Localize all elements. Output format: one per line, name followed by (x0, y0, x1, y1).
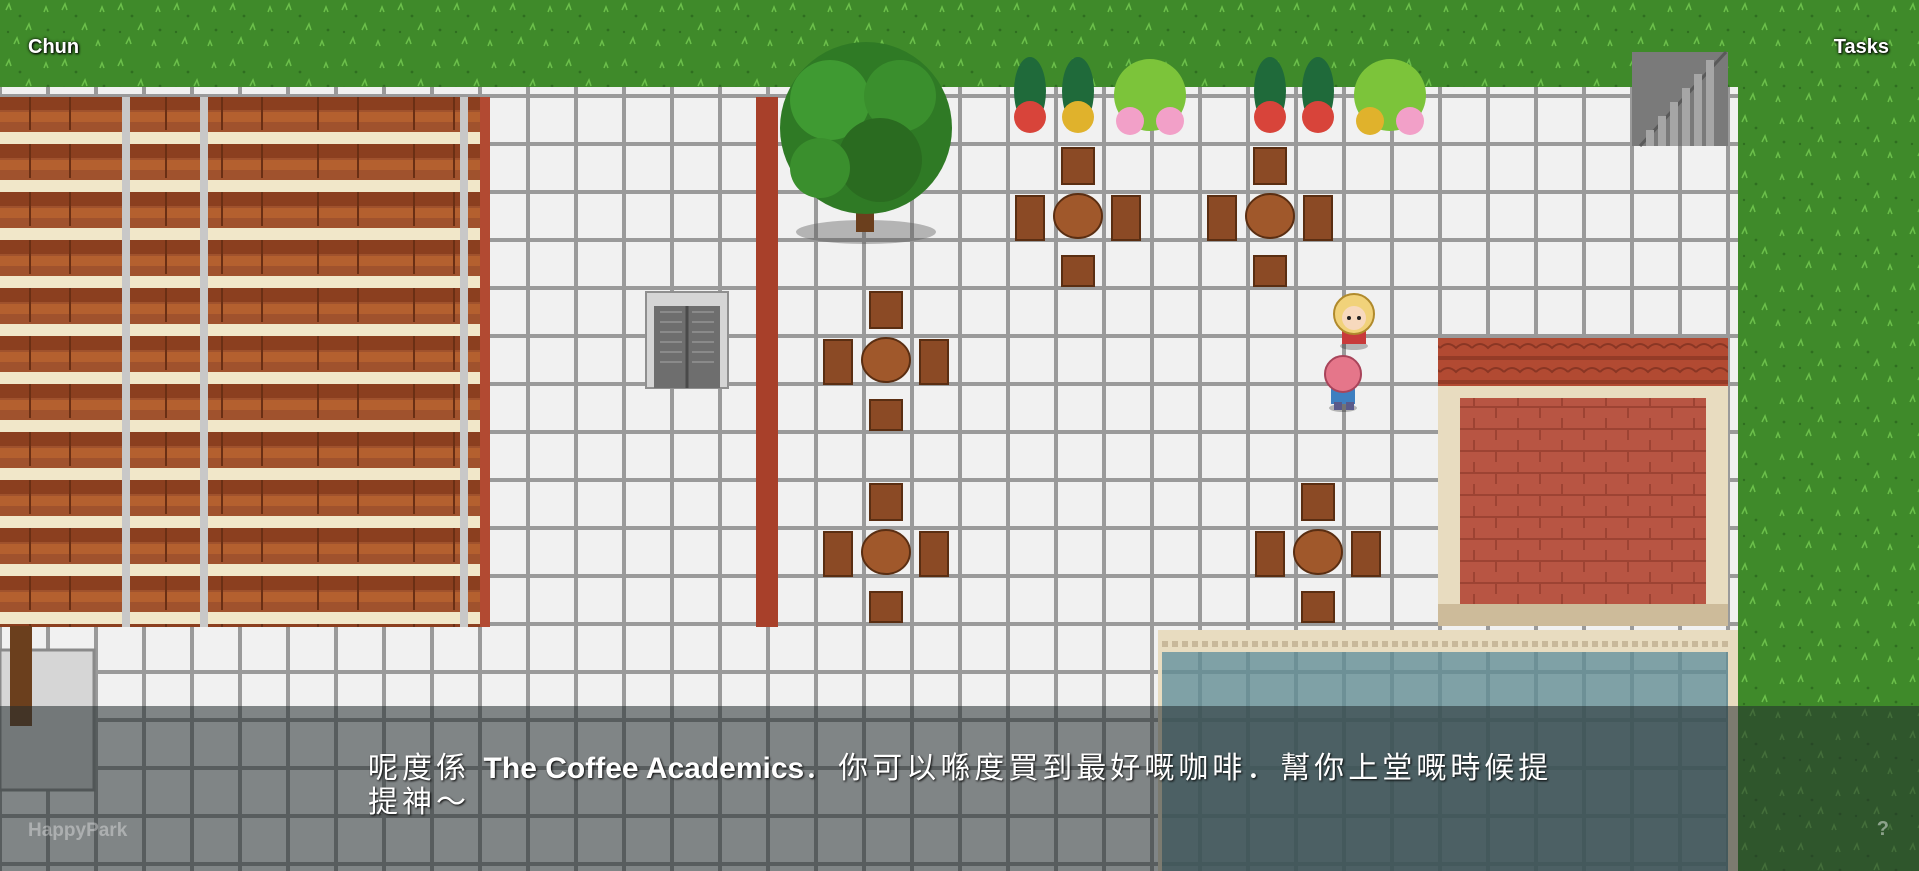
tasks-button[interactable]: Tasks (1834, 36, 1889, 59)
help-button[interactable]: ? (1877, 818, 1889, 841)
stairs[interactable] (1632, 50, 1728, 148)
cafe-building[interactable] (1438, 338, 1728, 626)
dialog-text: 呢度係 The Coffee Academics．你可以喺度買到最好嘅咖啡．幫你… (368, 752, 1568, 820)
elevator-door[interactable] (645, 291, 729, 389)
wooden-bleachers (0, 97, 480, 627)
game-viewport[interactable]: Chun Tasks 呢度係 The Coffee Academics．你可以喺… (0, 0, 1919, 871)
player-name: Chun (28, 36, 80, 58)
dialog-text-prefix: 呢度係 (368, 751, 484, 786)
brand-label: HappyPark (28, 820, 128, 841)
red-divider-wall (756, 97, 778, 627)
dialog-place-name: The Coffee Academics (483, 752, 805, 785)
